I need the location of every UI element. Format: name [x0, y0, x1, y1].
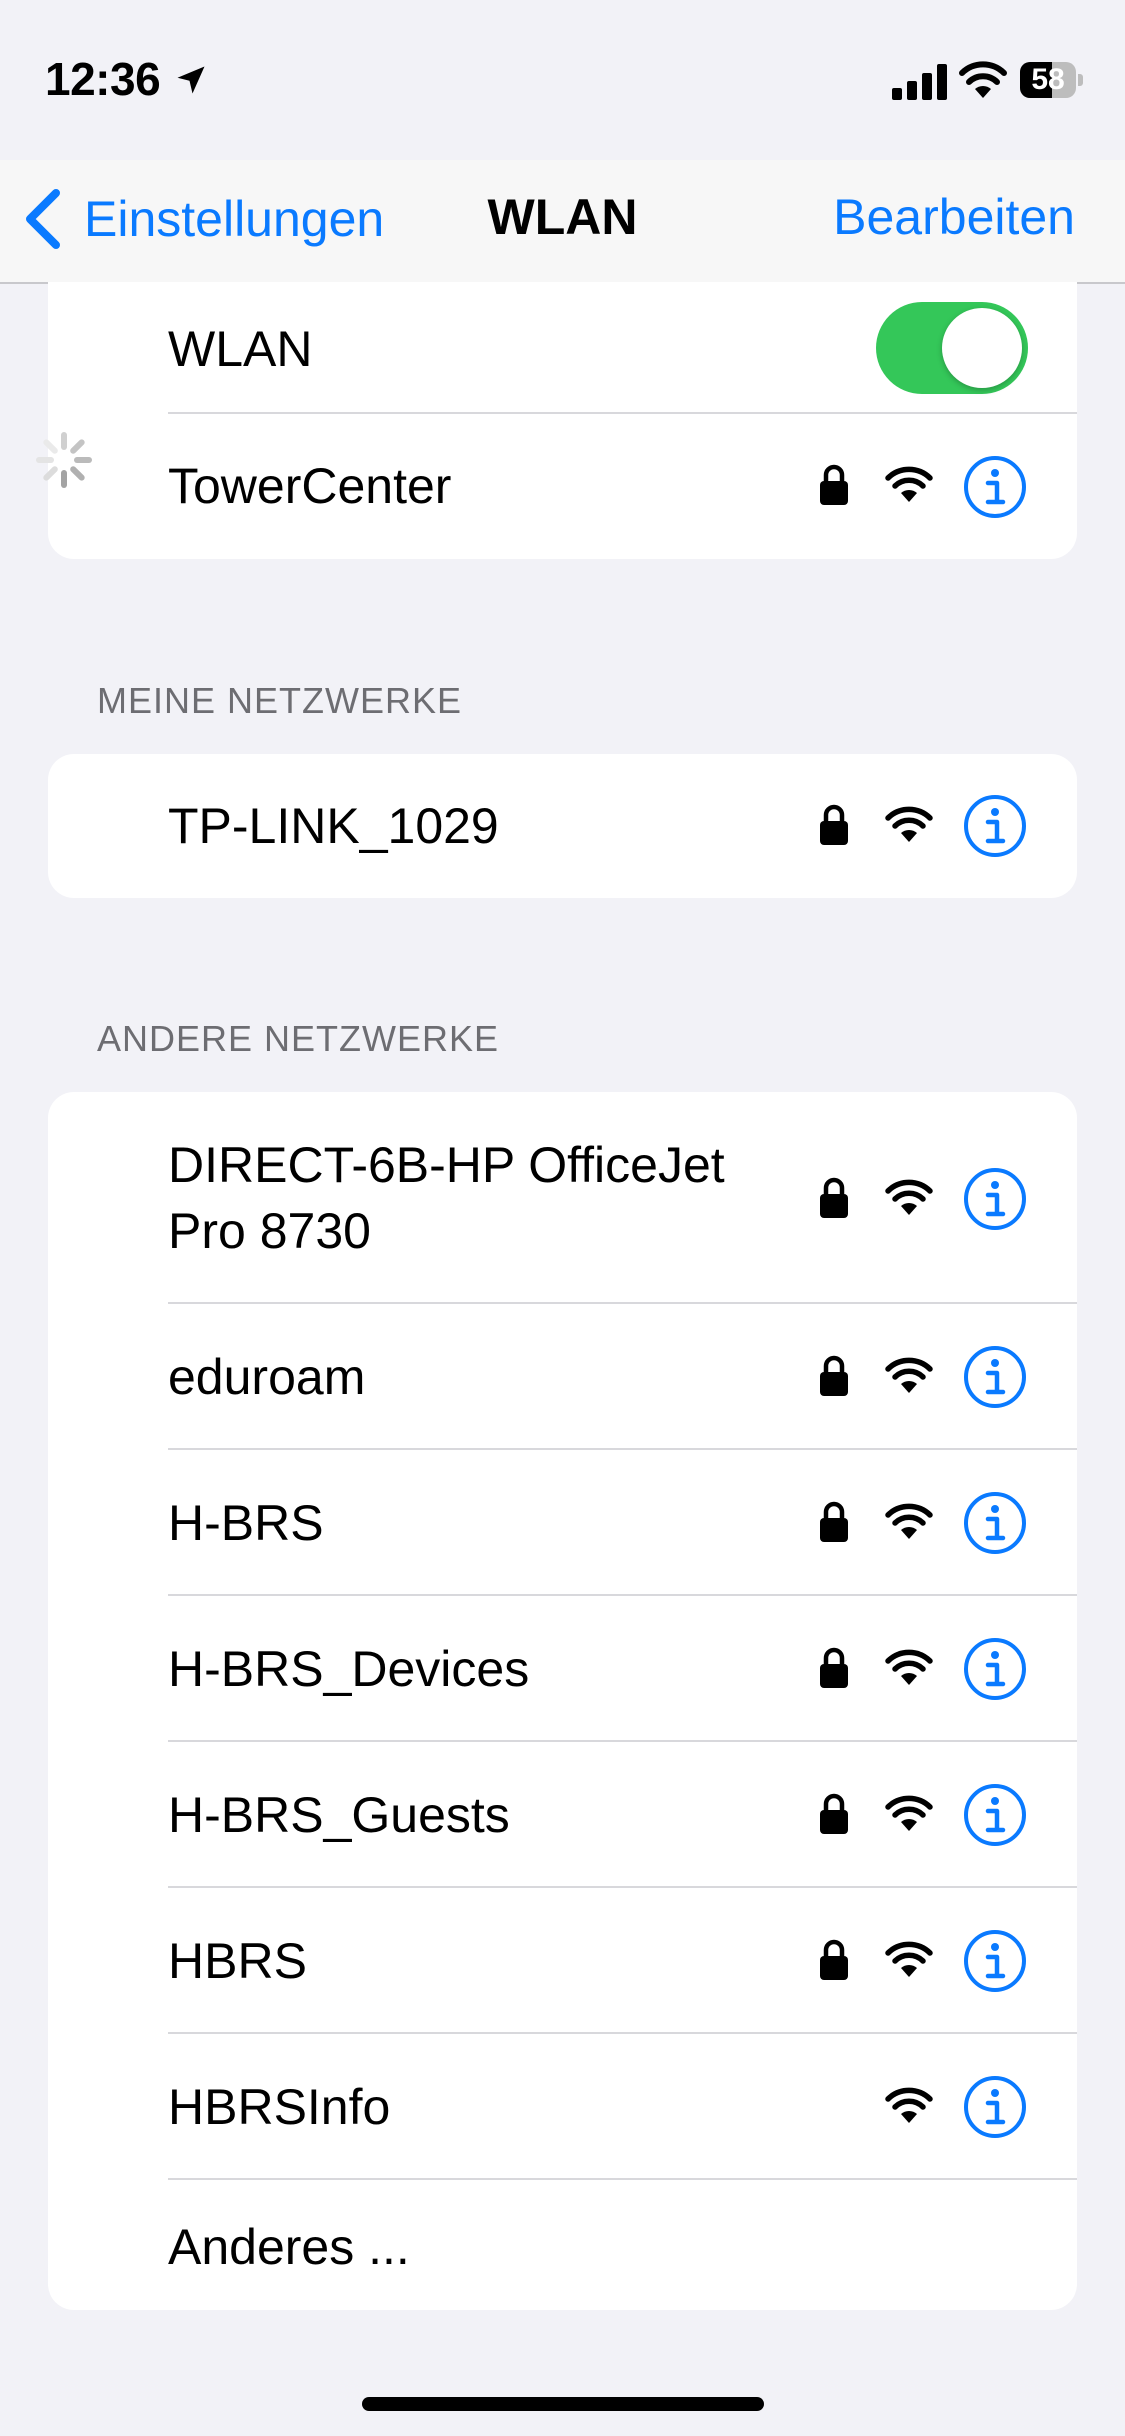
- network-row[interactable]: HBRSInfo: [48, 2034, 1077, 2180]
- network-name: H-BRS_Devices: [168, 1641, 530, 1697]
- info-icon[interactable]: [962, 1166, 1028, 1232]
- loading-spinner-icon: [36, 432, 92, 488]
- lock-icon: [820, 1501, 848, 1542]
- info-icon[interactable]: [962, 1928, 1028, 1994]
- wifi-icon: [885, 806, 933, 842]
- network-name: TP-LINK_1029: [168, 798, 499, 854]
- network-row[interactable]: H-BRS_Guests: [48, 1742, 1077, 1888]
- wifi-icon: [885, 1795, 933, 1831]
- lock-icon: [820, 1647, 848, 1688]
- wifi-icon: [885, 1649, 933, 1685]
- wifi-icon: [885, 1503, 933, 1539]
- my-networks-card: TP-LINK_1029: [48, 754, 1077, 898]
- network-row[interactable]: TP-LINK_1029: [48, 754, 1077, 898]
- wifi-status-icon: [959, 61, 1007, 98]
- lock-icon: [820, 464, 848, 505]
- my-networks-header: MEINE NETZWERKE: [97, 680, 463, 721]
- network-name: HBRSInfo: [168, 2079, 391, 2135]
- network-row[interactable]: DIRECT-6B-HP OfficeJet Pro 8730: [48, 1092, 1077, 1304]
- wifi-icon: [885, 1941, 933, 1977]
- cellular-signal-icon: [892, 64, 947, 100]
- lock-icon: [820, 804, 848, 845]
- status-bar: 12:36 58: [0, 0, 1125, 160]
- other-networks-header: ANDERE NETZWERKE: [97, 1018, 500, 1059]
- status-time: 12:36: [45, 53, 161, 105]
- info-icon[interactable]: [962, 1782, 1028, 1848]
- navigation-bar: Einstellungen WLAN Bearbeiten: [0, 160, 1125, 284]
- wifi-icon: [885, 466, 933, 502]
- info-icon[interactable]: [962, 1344, 1028, 1410]
- info-icon[interactable]: [962, 1490, 1028, 1556]
- network-row[interactable]: H-BRS_Devices: [48, 1596, 1077, 1742]
- network-name: H-BRS: [168, 1495, 324, 1551]
- network-row[interactable]: HBRS: [48, 1888, 1077, 2034]
- battery-icon: 58: [1020, 62, 1084, 100]
- wlan-toggle[interactable]: [876, 302, 1028, 394]
- current-network-row[interactable]: TowerCenter: [48, 414, 1077, 559]
- network-name-line: Pro 8730: [168, 1203, 371, 1259]
- info-icon[interactable]: [962, 1636, 1028, 1702]
- wlan-toggle-row: WLAN: [48, 282, 1077, 414]
- other-network-row[interactable]: Anderes ...: [48, 2180, 1077, 2310]
- other-networks-card: DIRECT-6B-HP OfficeJet Pro 8730 eduroam …: [48, 1092, 1077, 2310]
- other-network-label: Anderes ...: [168, 2219, 410, 2275]
- network-name: DIRECT-6B-HP OfficeJet Pro 8730: [168, 1132, 725, 1264]
- info-icon[interactable]: [962, 793, 1028, 859]
- info-icon[interactable]: [962, 2074, 1028, 2140]
- lock-icon: [820, 1177, 848, 1218]
- lock-icon: [820, 1355, 848, 1396]
- home-indicator[interactable]: [362, 2397, 764, 2411]
- info-icon[interactable]: [962, 454, 1028, 520]
- wifi-icon: [885, 2087, 933, 2123]
- network-name: H-BRS_Guests: [168, 1787, 510, 1843]
- battery-level: 58: [1031, 63, 1065, 96]
- network-name-line: DIRECT-6B-HP OfficeJet: [168, 1137, 725, 1193]
- lock-icon: [820, 1939, 848, 1980]
- wlan-card: WLAN TowerCenter: [48, 282, 1077, 559]
- edit-button[interactable]: Bearbeiten: [833, 188, 1075, 246]
- wifi-icon: [885, 1357, 933, 1393]
- network-name: TowerCenter: [168, 458, 452, 514]
- network-row[interactable]: eduroam: [48, 1304, 1077, 1450]
- wlan-label: WLAN: [168, 321, 313, 377]
- network-name: HBRS: [168, 1933, 307, 1989]
- wifi-icon: [885, 1179, 933, 1215]
- network-name: eduroam: [168, 1349, 366, 1405]
- network-row[interactable]: H-BRS: [48, 1450, 1077, 1596]
- location-arrow-icon: [177, 66, 205, 94]
- lock-icon: [820, 1793, 848, 1834]
